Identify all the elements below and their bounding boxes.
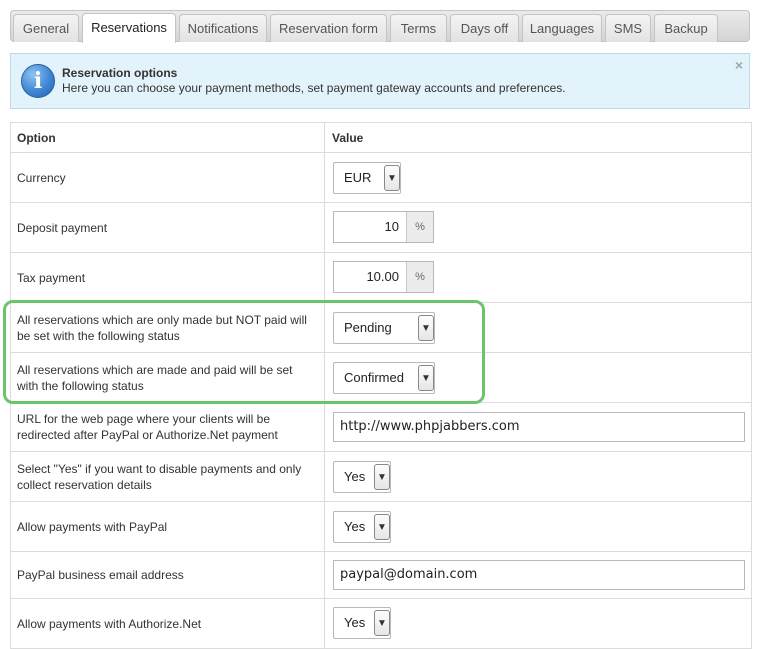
currency-select[interactable]: EUR ▼ — [333, 162, 401, 194]
notice-description: Here you can choose your payment methods… — [62, 81, 566, 95]
select-value: Confirmed — [344, 370, 404, 385]
deposit-payment-input[interactable]: 10 % — [333, 211, 434, 243]
select-value: Yes — [344, 469, 366, 484]
row-label: URL for the web page where your clients … — [11, 403, 325, 451]
row-label: PayPal business email address — [11, 552, 325, 598]
tab-general[interactable]: General — [13, 14, 79, 42]
select-value: Yes — [344, 519, 366, 534]
close-icon[interactable]: × — [735, 57, 743, 73]
tab-terms[interactable]: Terms — [390, 14, 447, 42]
column-header-value: Value — [332, 130, 364, 145]
input-value: 10 — [384, 219, 399, 234]
chevron-down-icon[interactable]: ▼ — [374, 514, 390, 540]
paid-status-select[interactable]: Confirmed ▼ — [333, 362, 435, 394]
info-icon: i — [21, 64, 55, 98]
select-value: EUR — [344, 170, 372, 185]
tab-reservation-form[interactable]: Reservation form — [270, 14, 387, 42]
select-value: Pending — [344, 320, 392, 335]
authorize-net-enabled-select[interactable]: Yes ▼ — [333, 607, 391, 639]
table-row: All reservations which are made and paid… — [10, 353, 752, 403]
row-label: All reservations which are made and paid… — [11, 353, 325, 402]
tab-reservations[interactable]: Reservations — [82, 13, 176, 43]
row-label: All reservations which are only made but… — [11, 303, 325, 352]
notice-title: Reservation options — [62, 66, 178, 80]
percent-unit: % — [406, 262, 433, 292]
row-label: Select "Yes" if you want to disable paym… — [11, 452, 325, 501]
table-row: Allow payments with PayPal Yes ▼ — [10, 502, 752, 552]
tab-languages[interactable]: Languages — [522, 14, 602, 42]
table-row: Currency EUR ▼ — [10, 153, 752, 203]
tab-backup[interactable]: Backup — [654, 14, 718, 42]
chevron-down-icon[interactable]: ▼ — [418, 315, 434, 341]
tab-days-off[interactable]: Days off — [450, 14, 519, 42]
percent-unit: % — [406, 212, 433, 242]
table-row: PayPal business email address paypal@dom… — [10, 552, 752, 599]
redirect-url-input[interactable]: http://www.phpjabbers.com — [333, 412, 745, 442]
table-row: Deposit payment 10 % — [10, 203, 752, 253]
row-label: Currency — [11, 153, 325, 202]
table-row: URL for the web page where your clients … — [10, 403, 752, 452]
chevron-down-icon[interactable]: ▼ — [374, 464, 390, 490]
table-row: All reservations which are only made but… — [10, 303, 752, 353]
tax-payment-input[interactable]: 10.00 % — [333, 261, 434, 293]
row-label: Allow payments with Authorize.Net — [11, 599, 325, 648]
row-label: Allow payments with PayPal — [11, 502, 325, 551]
disable-payments-select[interactable]: Yes ▼ — [333, 461, 391, 493]
chevron-down-icon[interactable]: ▼ — [384, 165, 400, 191]
input-value: 10.00 — [366, 269, 399, 284]
table-row: Tax payment 10.00 % — [10, 253, 752, 303]
chevron-down-icon[interactable]: ▼ — [418, 365, 434, 391]
row-label: Deposit payment — [11, 203, 325, 252]
tab-notifications[interactable]: Notifications — [179, 14, 267, 42]
settings-tab-bar: General Reservations Notifications Reser… — [10, 10, 750, 43]
column-header-option: Option — [11, 123, 325, 152]
info-notice: i Reservation options Here you can choos… — [10, 53, 750, 109]
paypal-email-input[interactable]: paypal@domain.com — [333, 560, 745, 590]
table-header: Option Value — [10, 122, 752, 153]
options-table: Option Value Currency EUR ▼ Deposit paym… — [10, 122, 752, 649]
tab-sms[interactable]: SMS — [605, 14, 651, 42]
paypal-enabled-select[interactable]: Yes ▼ — [333, 511, 391, 543]
select-value: Yes — [344, 615, 366, 630]
table-row: Allow payments with Authorize.Net Yes ▼ — [10, 599, 752, 649]
table-row: Select "Yes" if you want to disable paym… — [10, 452, 752, 502]
chevron-down-icon[interactable]: ▼ — [374, 610, 390, 636]
row-label: Tax payment — [11, 253, 325, 302]
unpaid-status-select[interactable]: Pending ▼ — [333, 312, 435, 344]
